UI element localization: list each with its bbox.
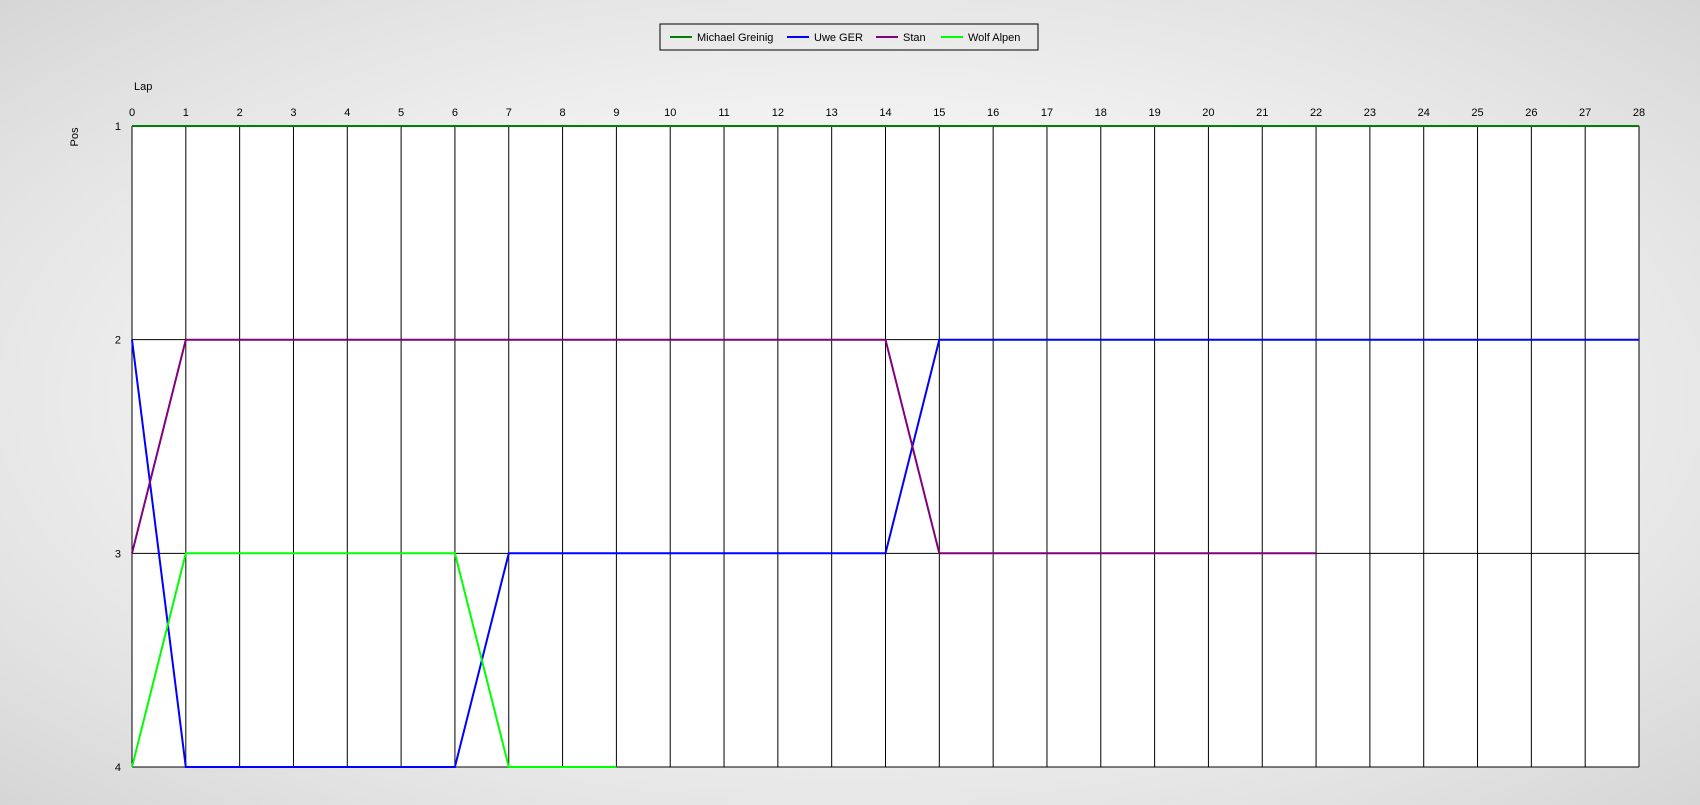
x-tick-label: 24 bbox=[1418, 107, 1430, 119]
x-tick-label: 3 bbox=[290, 107, 296, 119]
x-tick-label: 18 bbox=[1095, 107, 1107, 119]
lap-position-chart: Michael Greinig Uwe GER Stan Wolf Alpen 012… bbox=[69, 23, 1645, 774]
x-tick-label: 15 bbox=[933, 107, 945, 119]
x-axis-label: Lap bbox=[134, 81, 152, 93]
x-tick-label: 0 bbox=[129, 107, 135, 119]
x-tick-label: 28 bbox=[1633, 107, 1645, 119]
y-tick-label: 1 bbox=[115, 121, 121, 133]
x-tick-label: 26 bbox=[1525, 107, 1537, 119]
x-tick-label: 20 bbox=[1202, 107, 1214, 119]
y-tick-label: 2 bbox=[115, 335, 121, 347]
x-tick-label: 2 bbox=[237, 107, 243, 119]
x-tick-label: 17 bbox=[1041, 107, 1053, 119]
x-tick-label: 6 bbox=[452, 107, 458, 119]
x-tick-label: 4 bbox=[344, 107, 350, 119]
x-tick-label: 19 bbox=[1148, 107, 1160, 119]
legend: Michael Greinig Uwe GER Stan Wolf Alpen bbox=[659, 23, 1039, 51]
x-tick-label: 10 bbox=[664, 107, 676, 119]
x-tick-label: 16 bbox=[987, 107, 999, 119]
x-tick-label: 21 bbox=[1256, 107, 1268, 119]
x-tick-label: 27 bbox=[1579, 107, 1591, 119]
x-tick-label: 1 bbox=[183, 107, 189, 119]
y-tick-label: 3 bbox=[115, 548, 121, 560]
x-tick-label: 7 bbox=[506, 107, 512, 119]
x-tick-label: 9 bbox=[613, 107, 619, 119]
x-tick-label: 5 bbox=[398, 107, 404, 119]
x-tick-label: 8 bbox=[560, 107, 566, 119]
y-axis-label: Pos bbox=[69, 127, 81, 146]
x-tick-label: 14 bbox=[879, 107, 891, 119]
x-tick-label: 13 bbox=[826, 107, 838, 119]
legend-label: Michael Greinig bbox=[697, 32, 773, 44]
legend-label: Stan bbox=[903, 32, 926, 44]
x-tick-label: 12 bbox=[772, 107, 784, 119]
x-tick-label: 23 bbox=[1364, 107, 1376, 119]
y-tick-label: 4 bbox=[115, 762, 121, 774]
legend-label: Uwe GER bbox=[814, 32, 863, 44]
x-tick-label: 25 bbox=[1471, 107, 1483, 119]
legend-label: Wolf Alpen bbox=[968, 32, 1020, 44]
x-tick-label: 22 bbox=[1310, 107, 1322, 119]
x-tick-label: 11 bbox=[718, 107, 729, 119]
chart-container: Michael Greinig Uwe GER Stan Wolf Alpen 012… bbox=[0, 0, 1700, 800]
